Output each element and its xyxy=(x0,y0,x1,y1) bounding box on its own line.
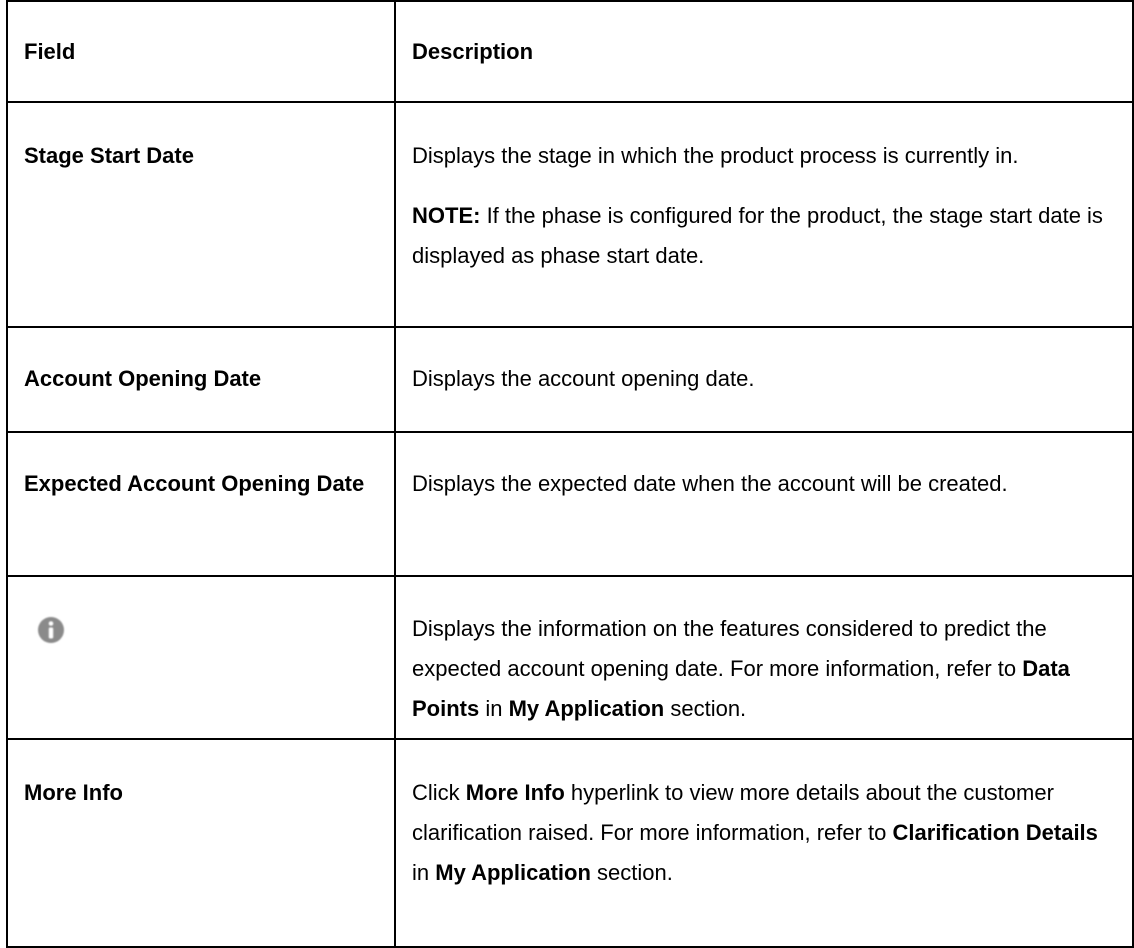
description-mid: in xyxy=(412,860,436,885)
table-row: Expected Account Opening Date Displays t… xyxy=(6,431,1134,577)
description-mid: in xyxy=(479,696,509,721)
description-text: Displays the account opening date. xyxy=(412,366,755,391)
description-text: Displays the stage in which the product … xyxy=(412,143,1019,168)
field-description: Displays the account opening date. xyxy=(394,326,1134,433)
field-name: Expected Account Opening Date xyxy=(6,431,396,577)
info-icon[interactable] xyxy=(36,615,66,645)
description-post: section. xyxy=(590,860,673,885)
note-paragraph: NOTE: If the phase is configured for the… xyxy=(412,196,1118,276)
field-description: Displays the stage in which the product … xyxy=(394,101,1134,328)
table-row: Stage Start Date Displays the stage in w… xyxy=(6,101,1134,328)
field-name: More Info xyxy=(6,738,396,948)
my-application-ref: My Application xyxy=(508,696,665,721)
field-icon-cell xyxy=(6,575,396,740)
header-description: Description xyxy=(394,0,1134,103)
description-text: Click More Info hyperlink to view more d… xyxy=(412,773,1118,893)
field-name: Stage Start Date xyxy=(6,101,396,328)
description-text: Displays the expected date when the acco… xyxy=(412,471,1008,496)
table-row: Displays the information on the features… xyxy=(6,575,1134,740)
table-header-row: Field Description xyxy=(6,0,1134,103)
description-a: Click xyxy=(412,780,466,805)
more-info-ref: More Info xyxy=(465,780,565,805)
my-application-ref: My Application xyxy=(435,860,591,885)
clarification-details-ref: Clarification Details xyxy=(892,820,1098,845)
field-description: Click More Info hyperlink to view more d… xyxy=(394,738,1134,948)
header-field: Field xyxy=(6,0,396,103)
field-description-table: Field Description Stage Start Date Displ… xyxy=(6,0,1134,948)
field-description: Displays the information on the features… xyxy=(394,575,1134,740)
field-name: Account Opening Date xyxy=(6,326,396,433)
table-row: More Info Click More Info hyperlink to v… xyxy=(6,738,1134,948)
description-post: section. xyxy=(664,696,747,721)
table-row: Account Opening Date Displays the accoun… xyxy=(6,326,1134,433)
description-text: Displays the information on the features… xyxy=(412,609,1118,729)
note-label: NOTE: xyxy=(412,203,481,228)
field-description: Displays the expected date when the acco… xyxy=(394,431,1134,577)
description-pre: Displays the information on the features… xyxy=(412,616,1047,681)
note-text: If the phase is configured for the produ… xyxy=(412,203,1103,268)
